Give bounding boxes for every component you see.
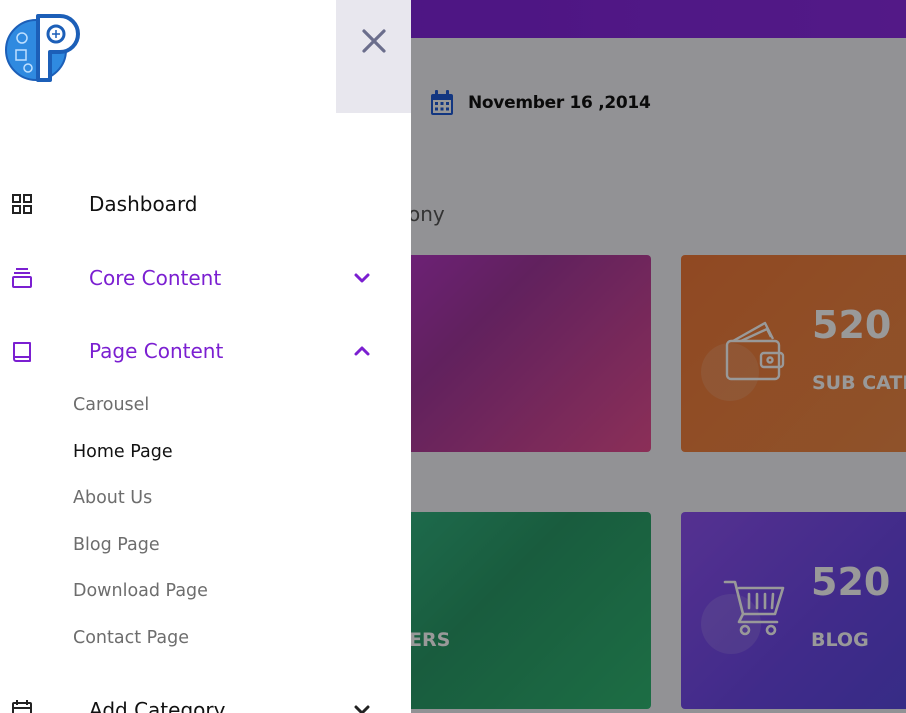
grid-icon bbox=[12, 194, 32, 214]
calendar-icon bbox=[12, 700, 32, 713]
sidebar-item-page-content[interactable]: Page Content bbox=[0, 331, 411, 371]
sidebar-item-label: Core Content bbox=[89, 266, 222, 290]
sidebar-subitem-download-page[interactable]: Download Page bbox=[73, 581, 208, 601]
sidebar-subitem-about-us[interactable]: About Us bbox=[73, 488, 152, 508]
close-icon bbox=[361, 28, 386, 53]
sidebar-item-label: Add Category bbox=[89, 698, 226, 713]
stack-icon bbox=[12, 268, 32, 288]
sidebar-item-label: Page Content bbox=[89, 339, 224, 363]
sidebar-item-add-category[interactable]: Add Category bbox=[0, 690, 411, 713]
chevron-up-icon bbox=[354, 346, 370, 356]
close-sidebar-button[interactable] bbox=[336, 0, 411, 113]
brand-logo bbox=[5, 14, 80, 82]
sidebar-subitem-home-page[interactable]: Home Page bbox=[73, 442, 173, 462]
chevron-down-icon bbox=[354, 705, 370, 713]
sidebar-subitem-contact-page[interactable]: Contact Page bbox=[73, 628, 189, 648]
chevron-down-icon bbox=[354, 273, 370, 283]
sidebar-item-core-content[interactable]: Core Content bbox=[0, 258, 411, 298]
book-icon bbox=[13, 342, 31, 362]
sidebar-subitem-carousel[interactable]: Carousel bbox=[73, 395, 149, 415]
sidebar-subitem-blog-page[interactable]: Blog Page bbox=[73, 535, 160, 555]
sidebar-item-dashboard[interactable]: Dashboard bbox=[0, 184, 411, 224]
sidebar-drawer: Dashboard Core Content Page Content Caro… bbox=[0, 0, 411, 713]
sidebar-item-label: Dashboard bbox=[89, 192, 198, 216]
